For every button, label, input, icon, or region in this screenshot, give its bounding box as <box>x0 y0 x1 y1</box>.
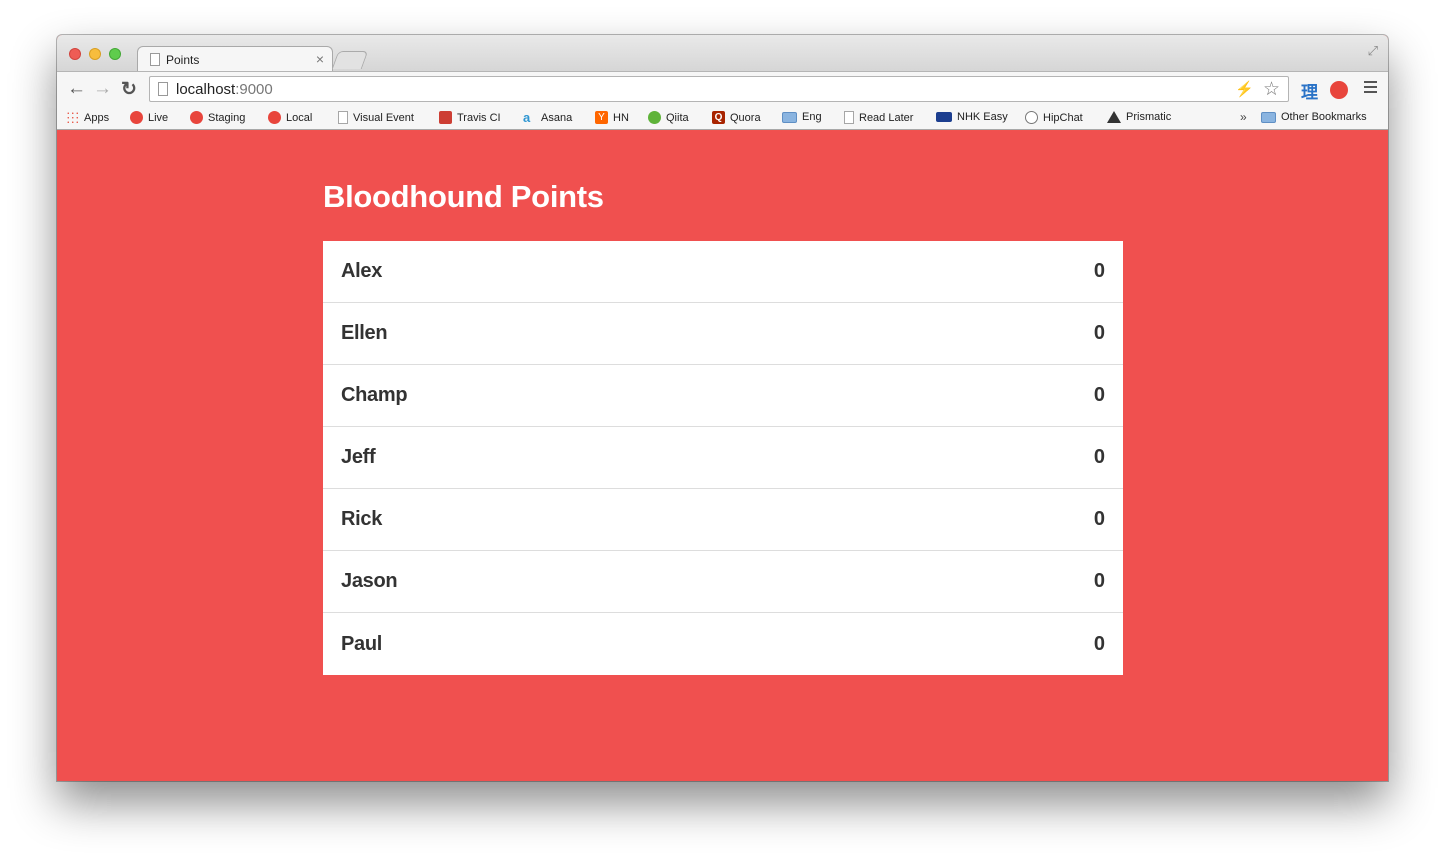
bookmark-star-icon[interactable]: ☆ <box>1263 78 1280 101</box>
points-value: 0 <box>1093 322 1105 344</box>
window-zoom-button[interactable] <box>109 48 121 60</box>
quora-icon: Q <box>712 111 725 124</box>
bookmark-local[interactable]: Local <box>268 111 312 124</box>
points-value: 0 <box>1093 446 1105 468</box>
person-name: Champ <box>341 384 408 406</box>
bookmark-eng[interactable]: Eng <box>782 111 822 123</box>
points-value: 0 <box>1093 570 1105 592</box>
folder-icon <box>782 111 797 123</box>
page-info-icon[interactable] <box>158 82 168 96</box>
bookmark-prismatic[interactable]: Prismatic <box>1107 111 1171 123</box>
points-value: 0 <box>1093 260 1105 282</box>
page-icon <box>338 111 348 124</box>
bookmarks-overflow-button[interactable]: » <box>1240 110 1247 124</box>
bookmark-travis-ci[interactable]: Travis CI <box>439 111 501 124</box>
reload-icon[interactable]: ↻ <box>121 78 137 101</box>
qiita-icon <box>648 111 661 124</box>
person-name: Rick <box>341 508 383 530</box>
points-value: 0 <box>1093 384 1105 406</box>
forward-arrow-icon[interactable]: → <box>93 78 112 100</box>
list-item: Champ 0 <box>323 365 1123 427</box>
person-name: Jason <box>341 570 398 592</box>
window-minimize-button[interactable] <box>89 48 101 60</box>
tab-close-icon[interactable]: × <box>316 51 324 67</box>
rikai-extension-icon[interactable]: 理 <box>1301 78 1318 103</box>
asana-icon: a <box>523 110 531 125</box>
hn-icon: Y <box>595 111 608 124</box>
hipchat-icon <box>1025 111 1038 124</box>
list-item: Ellen 0 <box>323 303 1123 365</box>
page-icon <box>150 53 160 66</box>
bookmark-asana[interactable]: a Asana <box>523 111 572 124</box>
red-app-icon <box>190 111 203 124</box>
tab-points[interactable]: Points × <box>137 46 333 72</box>
window-close-button[interactable] <box>69 48 81 60</box>
address-bar[interactable]: localhost:9000 ⚡ ☆ <box>149 76 1289 102</box>
bookmark-apps[interactable]: Apps <box>66 111 109 124</box>
list-item: Alex 0 <box>323 241 1123 303</box>
url-text[interactable]: localhost:9000 <box>176 81 273 98</box>
red-extension-icon[interactable] <box>1330 81 1348 99</box>
page-icon <box>844 111 854 124</box>
bookmark-live[interactable]: Live <box>130 111 168 124</box>
page-title: Bloodhound Points <box>323 179 604 214</box>
menu-icon[interactable] <box>1364 81 1377 95</box>
browser-toolbar: ← → ↻ localhost:9000 ⚡ ☆ 理 <box>57 71 1388 106</box>
red-app-icon <box>268 111 281 124</box>
person-name: Alex <box>341 260 383 282</box>
bookmark-staging[interactable]: Staging <box>190 111 245 124</box>
bookmark-nhk-easy[interactable]: NHK Easy <box>936 111 1008 123</box>
page-content: Bloodhound Points Alex 0 Ellen 0 Champ 0… <box>57 131 1388 781</box>
travis-icon <box>439 111 452 124</box>
list-item: Rick 0 <box>323 489 1123 551</box>
list-item: Jeff 0 <box>323 427 1123 489</box>
points-value: 0 <box>1093 508 1105 530</box>
tab-title: Points <box>166 53 200 67</box>
bookmarks-bar: Apps Live Staging Local Visual Event Tra… <box>57 106 1388 130</box>
points-value: 0 <box>1093 632 1105 655</box>
new-tab-button[interactable] <box>331 51 369 69</box>
bookmark-other-bookmarks[interactable]: Other Bookmarks <box>1261 111 1367 123</box>
points-list: Alex 0 Ellen 0 Champ 0 Jeff 0 Rick 0 Jas… <box>323 241 1123 675</box>
bookmark-hn[interactable]: Y HN <box>595 111 629 124</box>
red-app-icon <box>130 111 143 124</box>
bookmark-visual-event[interactable]: Visual Event <box>338 111 414 124</box>
person-name: Paul <box>341 632 383 655</box>
bookmark-qiita[interactable]: Qiita <box>648 111 689 124</box>
bookmark-read-later[interactable]: Read Later <box>844 111 913 124</box>
nhk-icon <box>936 112 952 122</box>
person-name: Jeff <box>341 446 376 468</box>
back-arrow-icon[interactable]: ← <box>67 78 86 100</box>
folder-icon <box>1261 111 1276 123</box>
fullscreen-icon[interactable]: ⤢ <box>1368 43 1378 59</box>
tab-strip: Points × ⤢ <box>57 35 1388 72</box>
bookmark-hipchat[interactable]: HipChat <box>1025 111 1083 124</box>
person-name: Ellen <box>341 322 388 344</box>
bookmark-quora[interactable]: Q Quora <box>712 111 761 124</box>
bolt-icon[interactable]: ⚡ <box>1235 80 1254 98</box>
prismatic-icon <box>1107 111 1121 123</box>
browser-window: Points × ⤢ ← → ↻ localhost:9000 ⚡ ☆ 理 Ap… <box>57 35 1388 781</box>
list-item: Paul 0 <box>323 613 1123 675</box>
apps-grid-icon <box>66 111 79 124</box>
list-item: Jason 0 <box>323 551 1123 613</box>
